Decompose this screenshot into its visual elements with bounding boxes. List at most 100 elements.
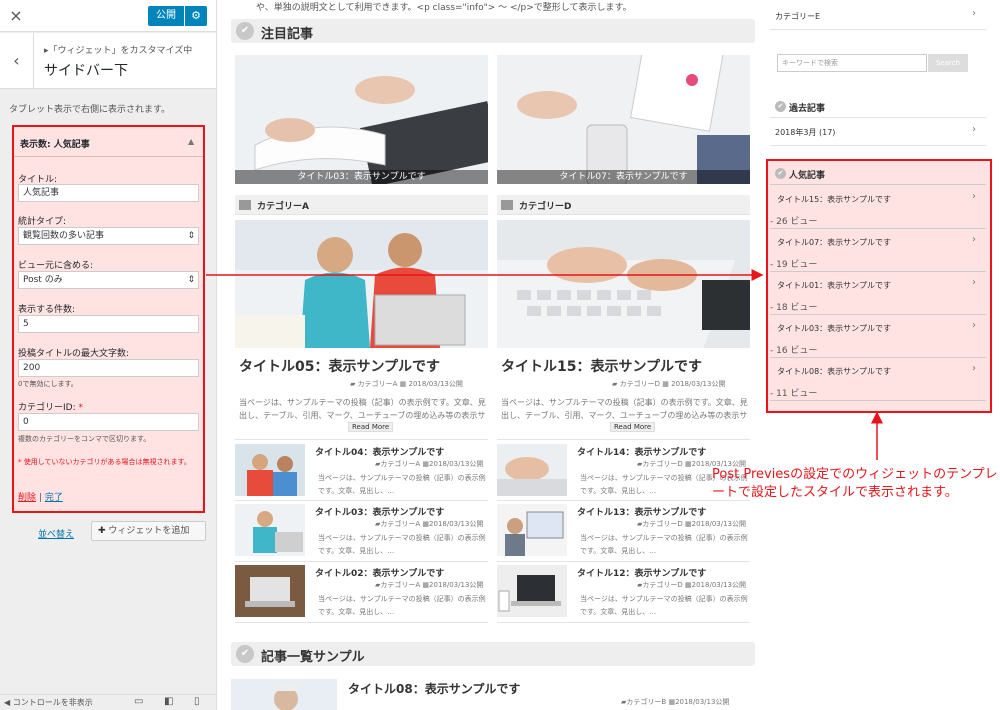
max-title-length-input[interactable]: 200 (18, 359, 199, 377)
popular-item[interactable]: タイトル08：表示サンプルです › - 11 ビュー (768, 358, 990, 401)
category-id-input[interactable]: 0 (18, 413, 199, 431)
list-first-title[interactable]: タイトル08：表示サンプルです (348, 680, 520, 697)
max-title-length-label: 投稿タイトルの最大文字数: (18, 349, 130, 359)
title-input[interactable]: 人気記事 (18, 184, 199, 202)
stats-type-select[interactable]: 観覧回数の多い記事 ⇕ (18, 227, 199, 245)
item-category[interactable]: カテゴリーA (380, 460, 420, 468)
count-input[interactable]: 5 (18, 315, 199, 333)
featured-post-1[interactable]: タイトル03：表示サンプルです (235, 55, 488, 184)
publish-button[interactable]: 公開 (148, 6, 184, 26)
delete-link[interactable]: 削除 (18, 493, 36, 503)
sidebar-category-e[interactable]: カテゴリーE (775, 11, 820, 22)
sidebar-divider (770, 117, 986, 118)
customizer-footer: ◀ コントロールを非表示 ▭ ◧ ▯ (0, 694, 216, 710)
stats-type-value: 観覧回数の多い記事 (23, 231, 105, 241)
item-title[interactable]: タイトル03：表示サンプルです (315, 505, 444, 518)
list-item[interactable]: タイトル02：表示サンプルです ▰カテゴリーA ▦2018/03/13公開 当ペ… (235, 565, 488, 619)
thumbnail (497, 504, 567, 556)
list-item[interactable]: タイトル12：表示サンプルです ▰カテゴリーD ▦2018/03/13公開 当ペ… (497, 565, 750, 619)
popular-item[interactable]: タイトル01：表示サンプルです › - 18 ビュー (768, 272, 990, 315)
calendar-icon: ▦ (685, 520, 692, 528)
list-item[interactable]: タイトル04：表示サンプルです ▰カテゴリーA ▦2018/03/13公開 当ペ… (235, 444, 488, 498)
views-source-select[interactable]: Post のみ ⇕ (18, 271, 199, 289)
item-title[interactable]: タイトル13：表示サンプルです (577, 505, 706, 518)
item-meta: ▰カテゴリーA ▦2018/03/13公開 (375, 459, 483, 469)
popular-item-title[interactable]: タイトル07：表示サンプルです (777, 237, 891, 248)
customizer-panel: × 公開 ⚙ ‹ ▸「ウィジェット」をカスタマイズ中 サイドバー下 タブレット表… (0, 0, 217, 710)
check-icon: ✔ (775, 101, 786, 112)
search-button[interactable]: Search (928, 54, 968, 72)
featured-caption-1: タイトル03：表示サンプルです (235, 170, 488, 184)
item-category[interactable]: カテゴリーD (642, 581, 682, 589)
column-a-post-title[interactable]: タイトル05：表示サンプルです (239, 356, 440, 376)
category-id-help: 複数のカテゴリーをコンマで区切ります。 (18, 435, 151, 443)
item-category[interactable]: カテゴリーA (380, 581, 420, 589)
featured-title: 注目記事 (261, 27, 314, 42)
list-section-title: 記事一覧サンプル (261, 650, 365, 665)
archive-widget-title: 過去記事 (789, 104, 826, 114)
mobile-preview-icon[interactable]: ▯ (194, 696, 200, 707)
column-a-divider (235, 439, 488, 440)
popular-item-title[interactable]: タイトル01：表示サンプルです (777, 280, 891, 291)
widget-header[interactable]: 表示数: 人気記事 ▲ (14, 127, 203, 157)
post-category[interactable]: カテゴリーD (620, 380, 660, 388)
item-title[interactable]: タイトル02：表示サンプルです (315, 566, 444, 579)
tablet-preview-icon[interactable]: ◧ (164, 696, 173, 707)
column-d-post-meta: ▰ カテゴリーD ▦ 2018/03/13公開 (612, 379, 725, 389)
select-arrow-icon: ⇕ (187, 275, 195, 285)
featured-post-2[interactable]: タイトル07：表示サンプルです (497, 55, 750, 184)
desktop-preview-icon[interactable]: ▭ (134, 696, 143, 707)
item-category[interactable]: カテゴリーD (642, 460, 682, 468)
chevron-right-icon: › (972, 234, 976, 245)
add-widget-button[interactable]: ✚ ウィジェットを追加 (91, 521, 206, 541)
popular-item[interactable]: タイトル03：表示サンプルです › - 16 ビュー (768, 315, 990, 358)
check-icon: ✔ (236, 645, 254, 663)
chevron-right-icon: › (972, 363, 976, 374)
section-header: ‹ ▸「ウィジェット」をカスタマイズ中 サイドバー下 (0, 33, 216, 89)
list-first-thumbnail (231, 679, 337, 710)
list-first-category[interactable]: カテゴリーB (626, 698, 666, 706)
actions-separator: | (38, 493, 42, 503)
views-source-value: Post のみ (23, 275, 63, 285)
popular-posts-widget: ✔ 人気記事 タイトル15：表示サンプルです › - 26 ビュー タイトル07… (766, 159, 992, 413)
item-category[interactable]: カテゴリーA (380, 520, 420, 528)
column-a-hero-image[interactable] (235, 220, 488, 348)
calendar-icon: ▦ (685, 460, 692, 468)
item-divider (497, 561, 750, 562)
item-divider (235, 500, 488, 501)
item-title[interactable]: タイトル14：表示サンプルです (577, 445, 706, 458)
flag-icon (501, 200, 513, 210)
column-a-read-more[interactable]: Read More (348, 422, 394, 432)
reorder-link[interactable]: 並べ替え (38, 527, 74, 540)
column-d-hero-image[interactable] (497, 220, 750, 348)
collapse-icon[interactable]: ▲ (188, 137, 194, 146)
flag-icon (239, 200, 251, 210)
popular-item-views: - 19 ビュー (770, 260, 818, 270)
gear-icon[interactable]: ⚙ (185, 6, 207, 26)
list-item[interactable]: タイトル03：表示サンプルです ▰カテゴリーA ▦2018/03/13公開 当ペ… (235, 504, 488, 558)
chevron-right-icon: › (972, 8, 976, 19)
post-date: 2018/03/13公開 (408, 380, 463, 388)
popular-item-title[interactable]: タイトル08：表示サンプルです (777, 366, 891, 377)
item-category[interactable]: カテゴリーD (642, 520, 682, 528)
archive-item[interactable]: 2018年3月 (17) (775, 127, 835, 138)
unused-category-warning: * 使用していないカテゴリがある場合は無視されます。 (18, 458, 191, 466)
item-title[interactable]: タイトル12：表示サンプルです (577, 566, 706, 579)
post-category[interactable]: カテゴリーA (358, 380, 398, 388)
close-icon[interactable]: × (0, 0, 32, 32)
popular-item-title[interactable]: タイトル03：表示サンプルです (777, 323, 891, 334)
item-title[interactable]: タイトル04：表示サンプルです (315, 445, 444, 458)
popular-item[interactable]: タイトル15：表示サンプルです › - 26 ビュー (768, 186, 990, 229)
column-d-post-title[interactable]: タイトル15：表示サンプルです (501, 356, 702, 376)
thumbnail (497, 444, 567, 496)
popular-item[interactable]: タイトル07：表示サンプルです › - 19 ビュー (768, 229, 990, 272)
done-link[interactable]: 完了 (45, 493, 63, 503)
list-item[interactable]: タイトル13：表示サンプルです ▰カテゴリーD ▦2018/03/13公開 当ペ… (497, 504, 750, 558)
popular-item-title[interactable]: タイトル15：表示サンプルです (777, 194, 891, 205)
column-d-read-more[interactable]: Read More (610, 422, 656, 432)
back-icon[interactable]: ‹ (0, 33, 34, 89)
featured-caption-2: タイトル07：表示サンプルです (497, 170, 750, 184)
search-input[interactable]: キーワードで検索 (777, 54, 927, 72)
hide-controls-button[interactable]: ◀ コントロールを非表示 (4, 697, 93, 708)
item-meta: ▰カテゴリーA ▦2018/03/13公開 (375, 519, 483, 529)
